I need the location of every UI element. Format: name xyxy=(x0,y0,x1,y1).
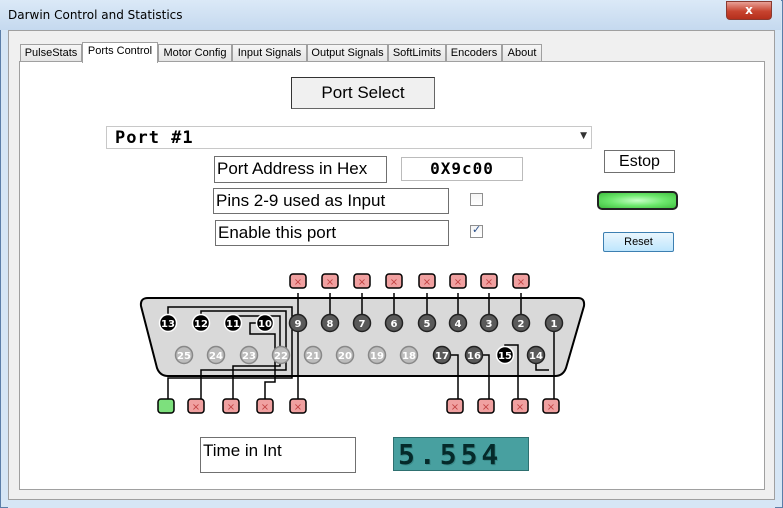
pin-15: 15 xyxy=(495,345,515,365)
pin-label: 10 xyxy=(258,319,272,330)
led-off-mark-icon: × xyxy=(451,402,459,413)
pin-label: 21 xyxy=(306,351,320,362)
pin-14: 14 xyxy=(526,345,546,365)
pin-label: 13 xyxy=(161,319,175,330)
pin-16: 16 xyxy=(464,345,484,365)
led-off-mark-icon: × xyxy=(227,402,235,413)
pin-24: 24 xyxy=(206,345,226,365)
led-off-mark-icon: × xyxy=(192,402,200,413)
pin-label: 19 xyxy=(370,351,384,362)
pin-label: 3 xyxy=(486,319,493,330)
pin-label: 23 xyxy=(242,351,256,362)
pin-label: 2 xyxy=(518,319,525,330)
pin-22: 22 xyxy=(271,345,291,365)
led-off-mark-icon: × xyxy=(547,402,555,413)
pin-12: 12 xyxy=(191,313,211,333)
time-display: 5.554 xyxy=(393,437,529,471)
pin-10: 10 xyxy=(255,313,275,333)
led-off-mark-icon: × xyxy=(517,277,525,288)
led-off-mark-icon: × xyxy=(423,277,431,288)
pin-25: 25 xyxy=(174,345,194,365)
pin-20: 20 xyxy=(335,345,355,365)
pin-17: 17 xyxy=(432,345,452,365)
pin-3: 3 xyxy=(479,313,499,333)
led-off-mark-icon: × xyxy=(294,277,302,288)
pin-23: 23 xyxy=(239,345,259,365)
pin-label: 5 xyxy=(424,319,431,330)
pin-label: 11 xyxy=(226,319,240,330)
pin-label: 17 xyxy=(435,351,449,362)
db25-connector-diagram: 13 12 11 10 9 8 7 6 5 4 3 2 125 24 23 22 21 20 19 18 17 16 15 1… xyxy=(137,273,589,414)
pin-label: 7 xyxy=(359,319,366,330)
pin-7: 7 xyxy=(352,313,372,333)
led-off-mark-icon: × xyxy=(294,402,302,413)
pin-label: 20 xyxy=(338,351,352,362)
pin-label: 1 xyxy=(551,319,558,330)
pin-5: 5 xyxy=(417,313,437,333)
time-in-int-label: Time in Int xyxy=(200,437,356,473)
pin-label: 9 xyxy=(295,319,302,330)
pin-label: 12 xyxy=(194,319,208,330)
pin-18: 18 xyxy=(399,345,419,365)
pin-11: 11 xyxy=(223,313,243,333)
pin-19: 19 xyxy=(367,345,387,365)
tab-ports-control[interactable]: Ports Control xyxy=(82,42,158,63)
pin-6: 6 xyxy=(384,313,404,333)
pin-label: 24 xyxy=(209,351,223,362)
led-off-mark-icon: × xyxy=(454,277,462,288)
pin-label: 22 xyxy=(274,351,288,362)
window-bottom-border xyxy=(8,500,775,508)
pin-13: 13 xyxy=(158,313,178,333)
pin-2: 2 xyxy=(511,313,531,333)
pin-label: 14 xyxy=(529,351,543,362)
led-bottom-1 xyxy=(157,398,175,414)
pin-label: 6 xyxy=(391,319,398,330)
pin-9: 9 xyxy=(288,313,308,333)
pin-1: 1 xyxy=(544,313,564,333)
led-off-mark-icon: × xyxy=(390,277,398,288)
pin-8: 8 xyxy=(320,313,340,333)
led-off-mark-icon: × xyxy=(516,402,524,413)
pin-label: 16 xyxy=(467,351,481,362)
led-off-mark-icon: × xyxy=(485,277,493,288)
pin-label: 18 xyxy=(402,351,416,362)
led-off-mark-icon: × xyxy=(261,402,269,413)
pin-4: 4 xyxy=(448,313,468,333)
led-off-mark-icon: × xyxy=(326,277,334,288)
pin-label: 4 xyxy=(455,319,462,330)
led-off-mark-icon: × xyxy=(482,402,490,413)
pin-label: 15 xyxy=(498,351,512,362)
led-off-mark-icon: × xyxy=(358,277,366,288)
pin-label: 8 xyxy=(327,319,334,330)
pin-label: 25 xyxy=(177,351,191,362)
pin-21: 21 xyxy=(303,345,323,365)
